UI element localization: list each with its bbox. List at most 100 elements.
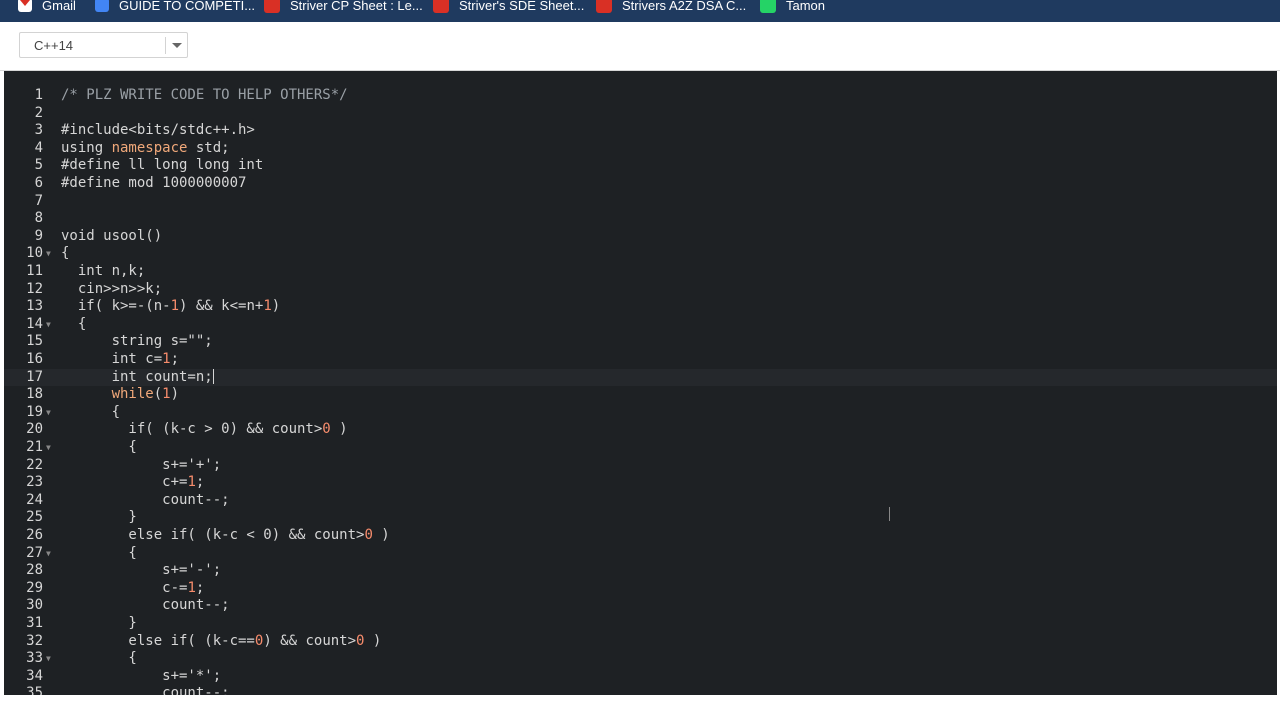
code-line[interactable]: 4 using namespace std; — [4, 140, 1277, 158]
code-line[interactable]: 15 string s=""; — [4, 333, 1277, 351]
code-line[interactable]: 1 /* PLZ WRITE CODE TO HELP OTHERS*/ — [4, 87, 1277, 105]
code-text: s+='-'; — [61, 562, 222, 579]
code-text: else if( (k-c==0) && count>0 ) — [61, 632, 382, 649]
bookmark-striver-cp[interactable]: Striver CP Sheet : Le... — [264, 0, 423, 15]
line-number: 21 — [26, 439, 43, 455]
code-line[interactable]: 28 s+='-'; — [4, 562, 1277, 580]
code-text: { — [61, 245, 70, 262]
chevron-down-icon[interactable] — [172, 43, 182, 48]
code-line[interactable]: 32 else if( (k-c==0) && count>0 ) — [4, 633, 1277, 651]
code-line[interactable]: 5 #define ll long long int — [4, 157, 1277, 175]
line-number: 7 — [34, 192, 43, 209]
line-number: 19 — [26, 403, 43, 420]
fold-toggle-icon[interactable]: ▼ — [46, 245, 51, 263]
tuf-icon — [596, 0, 612, 13]
code-text: #define ll long long int — [61, 157, 264, 174]
code-line[interactable]: 27 ▼ { — [4, 545, 1277, 563]
bookmark-label: Gmail — [42, 0, 76, 13]
bookmark-gmail[interactable]: Gmail — [18, 0, 76, 15]
tuf-icon — [433, 0, 449, 13]
line-number: 9 — [34, 227, 43, 244]
line-number: 33 — [26, 650, 43, 667]
code-text: } — [61, 509, 137, 526]
line-number: 12 — [26, 280, 43, 297]
code-text: { — [61, 544, 137, 561]
text-cursor-icon — [888, 507, 892, 521]
code-editor[interactable]: 1 /* PLZ WRITE CODE TO HELP OTHERS*/ 2 3 #in… — [4, 71, 1277, 695]
language-value: C++14 — [34, 38, 74, 53]
code-line[interactable]: 26 else if( (k-c < 0) && count>0 ) — [4, 527, 1277, 545]
code-line[interactable]: 14 ▼ { — [4, 316, 1277, 334]
code-text: using namespace std; — [61, 139, 230, 156]
code-line[interactable]: 19 ▼ { — [4, 404, 1277, 422]
code-line[interactable]: 10 ▼ { — [4, 245, 1277, 263]
line-number: 5 — [34, 157, 43, 174]
code-text: { — [61, 403, 121, 420]
line-number: 26 — [26, 527, 43, 543]
code-text: if( k>=-(n-1) && k<=n+1) — [61, 298, 281, 315]
code-text: else if( (k-c < 0) && count>0 ) — [61, 527, 390, 543]
code-line[interactable]: 13 if( k>=-(n-1) && k<=n+1) — [4, 298, 1277, 316]
fold-toggle-icon[interactable]: ▼ — [46, 316, 51, 334]
code-line[interactable]: 3 #include<bits/stdc++.h> — [4, 122, 1277, 140]
line-number: 3 — [34, 122, 43, 139]
bookmark-tamon[interactable]: Tamon — [760, 0, 825, 15]
line-number: 6 — [34, 175, 43, 191]
code-line[interactable]: 18 while(1) — [4, 386, 1277, 404]
code-line[interactable]: 8 — [4, 210, 1277, 228]
code-line[interactable]: 11 int n,k; — [4, 263, 1277, 281]
line-number: 10 — [26, 245, 43, 262]
bookmark-guide[interactable]: GUIDE TO COMPETI... — [95, 0, 255, 15]
fold-toggle-icon[interactable]: ▼ — [46, 545, 51, 563]
code-text: count--; — [61, 597, 230, 614]
line-number: 1 — [34, 87, 43, 103]
code-line[interactable]: 20 if( (k-c > 0) && count>0 ) — [4, 421, 1277, 439]
code-line[interactable]: 7 — [4, 193, 1277, 211]
code-line[interactable]: 31 } — [4, 615, 1277, 633]
line-number: 18 — [26, 386, 43, 403]
code-text: string s=""; — [61, 333, 213, 350]
code-line[interactable]: 12 cin>>n>>k; — [4, 281, 1277, 299]
tuf-icon — [264, 0, 280, 13]
code-line[interactable]: 17 int count=n; — [4, 368, 1277, 387]
code-line[interactable]: 25 } — [4, 509, 1277, 527]
code-line[interactable]: 33 ▼ { — [4, 650, 1277, 668]
select-divider — [165, 37, 166, 54]
line-number: 16 — [26, 351, 43, 367]
bookmark-striver-sde[interactable]: Striver's SDE Sheet... — [433, 0, 584, 15]
code-line[interactable]: 22 s+='+'; — [4, 457, 1277, 475]
line-number: 23 — [26, 474, 43, 491]
language-select[interactable]: C++14 — [19, 32, 188, 58]
whatsapp-icon — [760, 0, 776, 13]
code-line[interactable]: 2 — [4, 105, 1277, 123]
fold-toggle-icon[interactable]: ▼ — [46, 650, 51, 668]
code-line[interactable]: 30 count--; — [4, 597, 1277, 615]
fold-toggle-icon[interactable]: ▼ — [46, 404, 51, 422]
bookmark-label: Striver's SDE Sheet... — [459, 0, 585, 13]
code-text: int c=1; — [61, 351, 180, 367]
code-text: int count=n; — [61, 368, 214, 385]
code-line[interactable]: 16 int c=1; — [4, 351, 1277, 369]
bookmarks-bar: Gmail GUIDE TO COMPETI... Striver CP She… — [0, 0, 1280, 22]
code-line[interactable]: 29 c-=1; — [4, 580, 1277, 598]
bookmark-striver-a2z[interactable]: Strivers A2Z DSA C... — [596, 0, 746, 15]
code-line[interactable]: 24 count--; — [4, 492, 1277, 510]
bookmark-label: Tamon — [786, 0, 826, 13]
code-line[interactable]: 23 c+=1; — [4, 474, 1277, 492]
code-line[interactable]: 6 #define mod 1000000007 — [4, 175, 1277, 193]
code-line[interactable]: 34 s+='*'; — [4, 668, 1277, 686]
line-number: 15 — [26, 333, 43, 350]
docs-icon — [95, 0, 109, 12]
line-number: 28 — [26, 562, 43, 579]
editor-toolbar: C++14 — [0, 22, 1280, 71]
bottom-strip — [0, 695, 1280, 720]
code-line[interactable]: 9 void usool() — [4, 228, 1277, 246]
code-line[interactable]: 35 count--; — [4, 685, 1277, 695]
fold-toggle-icon[interactable]: ▼ — [46, 439, 51, 457]
line-number: 11 — [26, 263, 43, 279]
code-line[interactable]: 21 ▼ { — [4, 439, 1277, 457]
text-caret — [212, 369, 214, 385]
bookmark-label: Strivers A2Z DSA C... — [622, 0, 747, 13]
code-text: { — [61, 650, 137, 667]
code-text: count--; — [61, 685, 230, 695]
